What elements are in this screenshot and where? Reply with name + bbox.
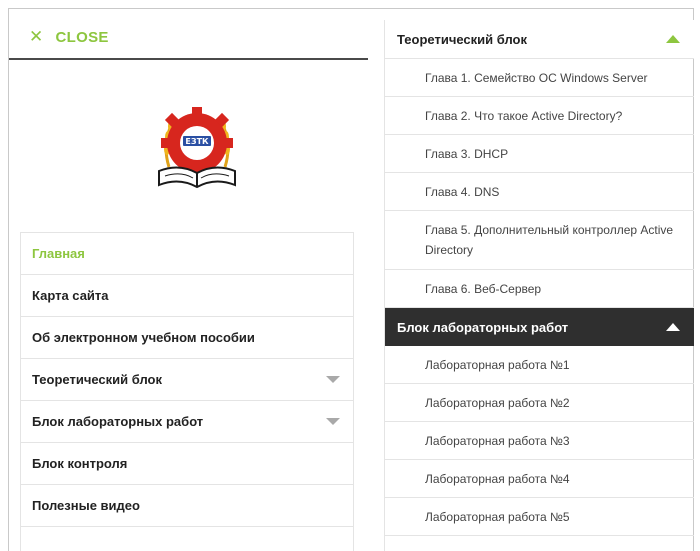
university-emblem-icon: ЕЗТК: [158, 107, 236, 189]
menu-item[interactable]: Главная: [20, 233, 354, 275]
submenu-item[interactable]: Лабораторная работа №1: [385, 346, 694, 384]
main-menu: Главная Карта сайта Об электронном учебном…: [20, 232, 354, 527]
close-x-icon: ✕: [29, 27, 44, 46]
submenu-item[interactable]: Глава 4. DNS: [385, 173, 694, 211]
submenu-header-title: Теоретический блок: [397, 31, 527, 47]
submenu-item-label: Глава 6. Веб-Сервер: [425, 281, 542, 296]
submenu-item[interactable]: Глава 5. Дополнительный контроллер Activ…: [385, 211, 694, 270]
submenu-panel: Теоретический блок Глава 1. Семейство ОС …: [384, 20, 694, 551]
submenu-item[interactable]: Глава 6. Веб-Сервер: [385, 270, 694, 308]
submenu-item[interactable]: Глава 2. Что такое Active Directory?: [385, 97, 694, 135]
chevron-down-icon[interactable]: [326, 376, 340, 383]
submenu-item[interactable]: Лабораторная работа №4: [385, 460, 694, 498]
submenu-header-labs[interactable]: Блок лабораторных работ: [385, 308, 694, 346]
menu-item[interactable]: Блок лабораторных работ: [20, 401, 354, 443]
submenu-item-label: Глава 1. Семейство ОС Windows Server: [425, 70, 648, 85]
submenu-item-label: Глава 3. DHCP: [425, 146, 509, 161]
chevron-up-icon[interactable]: [666, 35, 680, 43]
menu-item[interactable]: Карта сайта: [20, 275, 354, 317]
menu-item-label: Блок контроля: [32, 456, 128, 471]
close-label: CLOSE: [55, 28, 109, 46]
menu-item-label: Главная: [32, 246, 85, 261]
chevron-down-icon[interactable]: [326, 418, 340, 425]
submenu-item-label: Глава 4. DNS: [425, 184, 500, 199]
menu-item-label: Теоретический блок: [32, 372, 162, 387]
submenu-item-label: Глава 2. Что такое Active Directory?: [425, 108, 623, 123]
submenu-item-label: Лабораторная работа №3: [425, 433, 570, 448]
submenu-item-label: Лабораторная работа №1: [425, 357, 570, 372]
submenu-item[interactable]: Лабораторная работа №3: [385, 422, 694, 460]
menu-item-label: Об электронном учебном пособии: [32, 330, 255, 345]
menu-item[interactable]: Об электронном учебном пособии: [20, 317, 354, 359]
submenu-item[interactable]: Лабораторная работа №2: [385, 384, 694, 422]
submenu-item-label: Лабораторная работа №2: [425, 395, 570, 410]
menu-item-label: Полезные видео: [32, 498, 140, 513]
submenu-item-label: Лабораторная работа №5: [425, 509, 570, 524]
menu-item[interactable]: Блок контроля: [20, 443, 354, 485]
chevron-up-icon[interactable]: [666, 323, 680, 331]
submenu-item[interactable]: Лабораторная работа №5: [385, 498, 694, 536]
emblem-text: ЕЗТК: [185, 137, 209, 146]
submenu-item[interactable]: Глава 3. DHCP: [385, 135, 694, 173]
menu-item[interactable]: Полезные видео: [20, 485, 354, 527]
submenu-item-label: Лабораторная работа №4: [425, 471, 570, 486]
menu-item[interactable]: Теоретический блок: [20, 359, 354, 401]
menu-item-label: Блок лабораторных работ: [32, 414, 204, 429]
submenu-header-title: Блок лабораторных работ: [397, 319, 569, 335]
menu-item-label: Карта сайта: [32, 288, 109, 303]
submenu-item[interactable]: Глава 1. Семейство ОС Windows Server: [385, 59, 694, 97]
header-divider: [9, 58, 368, 60]
submenu-item-label: Глава 5. Дополнительный контроллер Activ…: [425, 223, 674, 257]
submenu-header-theory[interactable]: Теоретический блок: [385, 20, 694, 59]
close-button[interactable]: ✕ CLOSE: [29, 26, 109, 48]
